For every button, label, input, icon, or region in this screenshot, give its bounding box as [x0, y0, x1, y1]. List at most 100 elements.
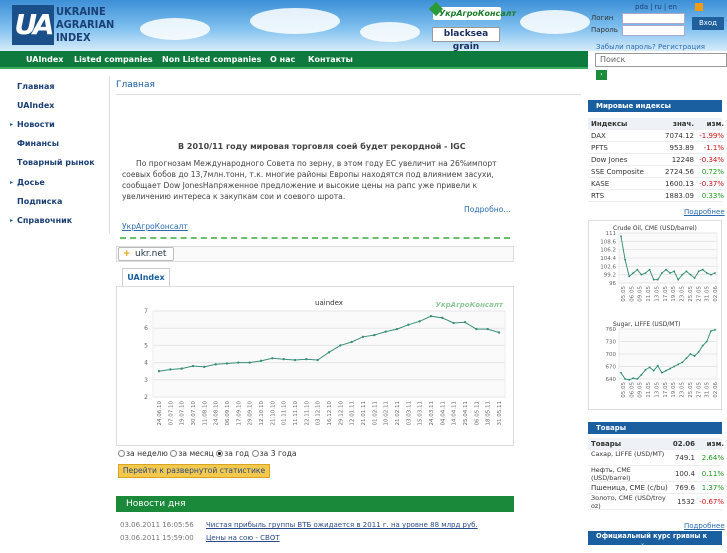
login-button[interactable]: Вход — [692, 17, 724, 30]
period-3years[interactable]: за 3 года — [251, 449, 297, 458]
data-point — [169, 368, 172, 371]
x-tick-label: 01.11.10 — [282, 401, 288, 426]
sidebar-item-finance[interactable]: Финансы — [17, 139, 59, 148]
mini-x-tick-label: 05.05 — [621, 382, 627, 398]
tab-uaindex[interactable]: UAIndex — [122, 268, 170, 286]
cell-change: 2.64% — [701, 454, 724, 462]
sidebar-item-subscription[interactable]: Подписка — [17, 197, 62, 206]
y-tick-label: 4 — [144, 360, 148, 367]
period-month[interactable]: за месяц — [170, 449, 214, 458]
nav-uaindex[interactable]: UAIndex — [26, 55, 63, 64]
data-point — [407, 323, 410, 326]
data-point — [237, 361, 240, 364]
mini-data-point — [697, 270, 700, 273]
x-tick-label: 22.11.10 — [304, 401, 310, 426]
news-date: 03.06.2011 16:05:56 — [120, 521, 194, 529]
search-input[interactable]: Поиск — [595, 53, 727, 67]
y-tick-label: 7 — [144, 308, 148, 315]
cell-value: 1532 — [677, 498, 695, 506]
data-point — [157, 370, 161, 373]
x-tick-label: 21.01.11 — [361, 401, 367, 426]
mini-data-point — [644, 368, 647, 371]
sidebar-item-uaindex[interactable]: UAIndex — [17, 101, 54, 110]
mini-data-point — [685, 270, 688, 273]
mini-data-point — [669, 367, 671, 370]
x-tick-label: 24.08.10 — [214, 401, 220, 426]
rss-icon[interactable] — [695, 3, 703, 11]
nav-about[interactable]: О нас — [270, 55, 295, 64]
mini-data-point — [636, 268, 639, 271]
sidebar: Главная UAIndex ▸ Новости Финансы Товарны… — [4, 76, 110, 234]
mini-data-point — [714, 272, 716, 274]
x-tick-label: 14.04.11 — [452, 401, 458, 426]
mini-x-tick-label: 19.05 — [671, 286, 677, 302]
partner-logo-ukragroconsult[interactable]: УкрАгроКонсалт — [433, 7, 516, 20]
chart-title: uaindex — [315, 299, 343, 307]
chevron-right-icon: ▸ — [10, 179, 14, 186]
forgot-password-link[interactable]: Забыли пароль? — [596, 43, 656, 51]
mini-x-tick-label: 11.05 — [646, 382, 652, 398]
partner-logo-blackseagrain[interactable]: blacksea grain — [432, 27, 500, 51]
data-point — [282, 357, 285, 361]
lang-en[interactable]: en — [668, 3, 677, 11]
mini-data-point — [689, 353, 692, 355]
news-more-link[interactable]: Подробно... — [464, 205, 511, 214]
ukrnet-button[interactable]: + ukr.net — [118, 247, 174, 261]
divider — [116, 94, 581, 95]
x-tick-label: 31.05.11 — [497, 401, 503, 426]
mini-y-tick-label: 104.4 — [600, 256, 616, 262]
nav-contacts[interactable]: Контакты — [308, 55, 353, 64]
data-point — [339, 344, 342, 347]
mini-data-point — [685, 357, 688, 360]
world-indices-more-link[interactable]: Подробнее — [684, 208, 725, 216]
sidebar-item-news[interactable]: ▸ Новости — [10, 120, 55, 129]
nav-listed-companies[interactable]: Listed companies — [74, 55, 153, 64]
data-point — [486, 327, 489, 331]
expand-stats-button[interactable]: Перейти к развернутой статистике — [118, 464, 270, 478]
news-source-link[interactable]: УкрАгроКонсалт — [122, 222, 188, 231]
sidebar-item-home[interactable]: Главная — [17, 82, 54, 91]
lang-pda[interactable]: pda — [635, 3, 648, 11]
mini-x-tick-label: 09.05 — [638, 382, 644, 398]
ukrnet-bar — [116, 246, 514, 262]
mini-y-tick-label: 700 — [606, 352, 617, 358]
login-label: Логин — [591, 14, 614, 22]
mini-data-point — [632, 377, 635, 380]
mini-y-tick-label: 111 — [606, 231, 617, 237]
period-year[interactable]: за год — [216, 449, 249, 458]
mini-x-tick-label: 31.05 — [705, 382, 711, 398]
search-button[interactable]: › — [596, 70, 607, 80]
mini-data-point — [656, 364, 659, 367]
password-label: Пароль — [591, 26, 618, 34]
mini-data-point — [665, 268, 667, 271]
register-link[interactable]: Регистрация — [658, 43, 705, 51]
x-tick-label: 24.06.10 — [157, 401, 163, 426]
mini-data-point — [701, 268, 704, 271]
table-row: KASE 1600.13 -0.37% — [588, 178, 724, 190]
data-point — [316, 358, 319, 362]
site-logo[interactable]: UA UKRAINE AGRARIAN INDEX — [12, 5, 130, 45]
mini-x-tick-label: 17.05 — [663, 382, 669, 398]
password-input[interactable] — [622, 25, 685, 36]
x-tick-label: 06.05.11 — [474, 401, 480, 426]
news-link[interactable]: Чистая прибыль группы ВТБ ожидается в 20… — [206, 521, 478, 529]
cell-change: -0.67% — [699, 498, 724, 506]
sidebar-item-commodity[interactable]: Товарный рынок — [17, 158, 95, 167]
divider — [120, 237, 510, 239]
mini-y-tick-label: 760 — [606, 327, 617, 333]
login-input[interactable] — [622, 13, 685, 24]
news-headline[interactable]: В 2010/11 году мировая торговля соей буд… — [178, 142, 466, 151]
goods-more-link[interactable]: Подробнее — [684, 522, 725, 530]
data-point — [203, 365, 206, 369]
mini-data-point — [648, 366, 651, 369]
data-point — [271, 357, 274, 360]
cell-change: изм. — [706, 120, 724, 128]
cell-value: 7074.12 — [665, 132, 694, 140]
period-week[interactable]: за неделю — [118, 449, 168, 458]
news-link[interactable]: Цены на сою - СВОТ — [206, 534, 280, 542]
x-tick-label: 11.08.10 — [202, 401, 208, 426]
nav-non-listed-companies[interactable]: Non Listed companies — [162, 55, 261, 64]
sidebar-item-reference[interactable]: ▸ Справочник — [10, 216, 72, 225]
lang-ru[interactable]: ru — [655, 3, 662, 11]
sidebar-item-dossier[interactable]: ▸ Досье — [10, 178, 45, 187]
